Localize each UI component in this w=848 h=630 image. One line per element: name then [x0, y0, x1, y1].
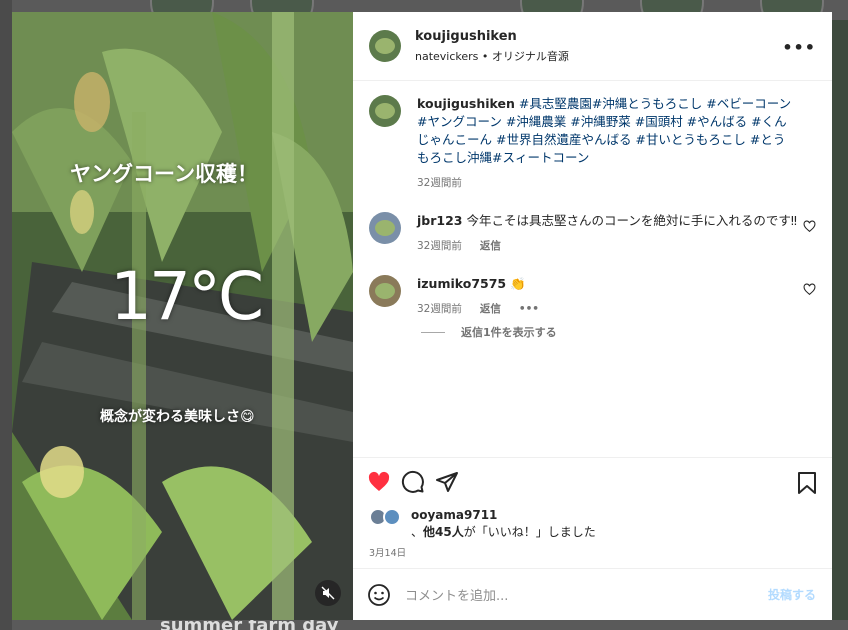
likes-others-link[interactable]: 他45人 — [423, 525, 464, 539]
video-overlay-subtitle: 概念が変わる美味しさ😋 — [100, 409, 255, 425]
post-details-panel: koujigushiken natevickers • オリジナル音源 ••• … — [353, 12, 832, 620]
avatar — [383, 508, 401, 526]
post-comment-button[interactable]: 投稿する — [768, 586, 816, 603]
avatar[interactable] — [369, 212, 401, 244]
background-strip — [832, 20, 848, 620]
divider — [421, 331, 445, 333]
bookmark-icon[interactable] — [796, 471, 818, 495]
background-strip — [0, 0, 12, 630]
comments-list: koujigushiken #具志堅農園#沖縄とうもろこし #ベビーコーン #ヤ… — [353, 81, 832, 457]
mute-button[interactable] — [315, 580, 341, 606]
caption-username[interactable]: koujigushiken — [417, 96, 515, 111]
comment-composer: コメントを追加... 投稿する — [353, 568, 832, 620]
comment-timestamp: 32週間前 — [417, 240, 462, 252]
post-video[interactable]: ヤングコーン収穫！ 17°C 概念が変わる美味しさ😋 — [12, 12, 353, 620]
likes-suffix: が「いいね！」しました — [463, 525, 596, 539]
avatar[interactable] — [369, 275, 401, 307]
heart-icon[interactable] — [803, 220, 816, 233]
more-options-button[interactable]: ••• — [782, 38, 816, 57]
comment: jbr123 今年こそは具志堅さんのコーンを絶対に手に入れるのです‼ 32週間前… — [369, 212, 816, 253]
view-replies-button[interactable]: 返信1件を表示する — [421, 324, 816, 340]
post-author-username[interactable]: koujigushiken — [415, 29, 569, 44]
emoji-icon[interactable] — [367, 583, 391, 607]
mute-icon — [321, 586, 335, 600]
heart-icon[interactable] — [367, 470, 391, 494]
liker-username[interactable]: ooyama9711 — [411, 508, 497, 522]
caption-timestamp: 32週間前 — [417, 177, 462, 189]
share-icon[interactable] — [435, 470, 459, 494]
video-overlay-title: ヤングコーン収穫！ — [70, 162, 258, 186]
heart-icon[interactable] — [803, 283, 816, 296]
comment: izumiko7575 👏 32週間前 返信 ••• — [369, 275, 816, 316]
comment-username[interactable]: izumiko7575 — [417, 276, 506, 291]
reply-button[interactable]: 返信 — [480, 238, 501, 253]
avatar[interactable] — [369, 30, 401, 62]
comment-username[interactable]: jbr123 — [417, 213, 463, 228]
comment-text: 👏 — [510, 276, 526, 291]
audio-attribution[interactable]: natevickers • オリジナル音源 — [415, 48, 569, 64]
post-modal: ヤングコーン収穫！ 17°C 概念が変わる美味しさ😋 koujigushiken… — [12, 12, 832, 620]
view-replies-label: 返信1件を表示する — [461, 326, 557, 339]
more-icon: ••• — [782, 38, 816, 57]
post-date[interactable]: 3月14日 — [353, 541, 832, 568]
comment-text: 今年こそは具志堅さんのコーンを絶対に手に入れるのです‼ — [466, 213, 797, 228]
video-overlay-temperature: 17°C — [110, 258, 264, 335]
reply-button[interactable]: 返信 — [480, 301, 501, 316]
likes-summary: ooyama9711 、他45人が「いいね！」しました — [353, 507, 832, 541]
avatar[interactable] — [369, 95, 401, 127]
post-header: koujigushiken natevickers • オリジナル音源 ••• — [353, 12, 832, 81]
comment-options-button[interactable]: ••• — [519, 303, 539, 315]
comment-input[interactable]: コメントを追加... — [405, 585, 508, 604]
likes-prefix: 、 — [411, 525, 424, 539]
action-bar — [353, 457, 832, 507]
comment-timestamp: 32週間前 — [417, 303, 462, 315]
comment-icon[interactable] — [401, 470, 425, 494]
caption: koujigushiken #具志堅農園#沖縄とうもろこし #ベビーコーン #ヤ… — [369, 95, 816, 190]
liker-avatars[interactable] — [369, 508, 405, 526]
